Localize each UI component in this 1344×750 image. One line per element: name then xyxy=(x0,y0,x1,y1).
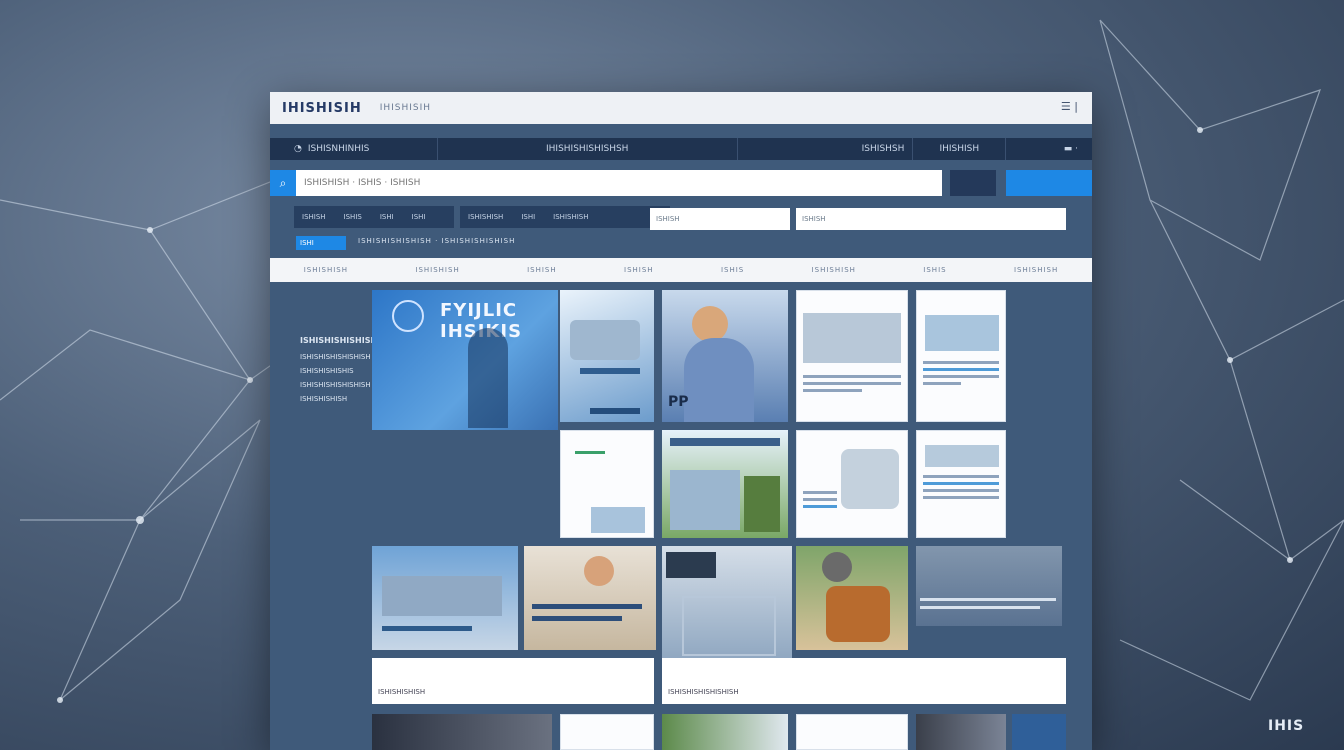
gallery-tile[interactable] xyxy=(524,546,656,650)
tab-6[interactable]: ISHISHISH xyxy=(812,266,856,274)
gallery-tile[interactable] xyxy=(372,546,518,650)
account-button[interactable]: ▬ · xyxy=(1006,138,1092,160)
tab-3[interactable]: ISHISH xyxy=(527,266,557,274)
filter-group-left[interactable]: ISHISH ISHIS ISHI ISHI xyxy=(294,206,454,228)
nav-item-catalog[interactable]: IHISHISHISHISHSH xyxy=(438,138,738,160)
nav-item-login[interactable]: IHISHISH xyxy=(913,138,1007,160)
gallery-tile[interactable] xyxy=(916,714,1006,750)
gallery-tile[interactable] xyxy=(916,546,1062,626)
account-icon: ▬ · xyxy=(1063,144,1078,154)
gallery-tile[interactable] xyxy=(560,290,654,422)
gallery-tile[interactable] xyxy=(1012,714,1066,750)
gallery-tile[interactable] xyxy=(662,430,788,538)
filter-chip[interactable]: ISHISH xyxy=(302,213,326,221)
banner-figure xyxy=(468,328,508,428)
app-subtitle: IHISHISIH xyxy=(379,103,432,113)
nav-item-label: ISHISHSH xyxy=(861,144,905,154)
app-window: IHISHISIH IHISHISIH ☰ | ◔ ISHISNHINHIS I… xyxy=(270,92,1092,750)
caption-text: ISHISHISHISH xyxy=(378,688,426,696)
filter-field-2[interactable]: ISHISH xyxy=(796,208,1066,230)
top-navigation: ◔ ISHISNHINHIS IHISHISHISHISHSH ISHISHSH… xyxy=(270,138,1092,160)
tab-8[interactable]: ISHISHISH xyxy=(1014,266,1058,274)
gallery-tile[interactable] xyxy=(916,290,1006,422)
filter-chip[interactable]: ISHI xyxy=(380,213,394,221)
nav-item-label: IHISHISH xyxy=(939,144,980,154)
filter-chip[interactable]: ISHISHISH xyxy=(468,213,503,221)
tab-1[interactable]: ISHISHISH xyxy=(304,266,348,274)
gallery-tile[interactable] xyxy=(796,546,908,650)
filter-field-1[interactable]: ISHISH xyxy=(650,208,790,230)
tab-7[interactable]: ISHIS xyxy=(923,266,946,274)
nav-item-label: ISHISNHINHIS xyxy=(307,144,370,154)
gallery-tile[interactable] xyxy=(662,546,792,662)
filter-chip[interactable]: ISHIS xyxy=(344,213,362,221)
category-tag[interactable]: ISHI xyxy=(296,236,346,250)
app-title: IHISHISIH xyxy=(282,100,362,116)
gallery-tile[interactable] xyxy=(796,290,908,422)
result-meta: ISHISHISHISHISH · ISHISHISHISHISH xyxy=(358,237,516,245)
caption-text: ISHISHISHISHISHISH xyxy=(668,688,739,696)
filter-chip[interactable]: ISHI xyxy=(521,213,535,221)
tab-5[interactable]: ISHIS xyxy=(721,266,744,274)
nav-brand[interactable]: ◔ ISHISNHINHIS xyxy=(270,138,438,160)
gallery-tile[interactable] xyxy=(796,714,908,750)
menu-icon[interactable]: ☰ | xyxy=(1061,100,1078,113)
gallery-tile[interactable] xyxy=(560,714,654,750)
search-button[interactable] xyxy=(1006,170,1092,196)
nav-item-help[interactable]: ISHISHSH xyxy=(738,138,914,160)
featured-banner[interactable]: FYIJLIC IHSIKIS xyxy=(372,290,558,430)
nav-item-label: IHISHISHISHISHSH xyxy=(546,144,629,154)
gallery-tile[interactable] xyxy=(560,430,654,538)
filter-row: ISHISH ISHIS ISHI ISHI ISHISHISH ISHI IS… xyxy=(294,206,676,230)
corner-watermark: IHIS xyxy=(1268,718,1305,734)
gallery-tile[interactable]: PP xyxy=(662,290,788,422)
tab-4[interactable]: ISHISH xyxy=(624,266,654,274)
gallery-tile[interactable] xyxy=(916,430,1006,538)
search-row: ⌕ xyxy=(270,170,1092,196)
logo-icon: ◔ xyxy=(294,144,302,154)
filter-group-right[interactable]: ISHISHISH ISHI ISHISHISH xyxy=(460,206,670,228)
title-bar: IHISHISIH IHISHISIH ☰ | xyxy=(270,92,1092,124)
caption-card[interactable]: ISHISHISHISH xyxy=(372,658,654,704)
filter-button[interactable] xyxy=(950,170,996,196)
filter-chip[interactable]: ISHI xyxy=(412,213,426,221)
category-tabs: ISHISHISH ISHISHISH ISHISH ISHISH ISHIS … xyxy=(270,258,1092,282)
gallery-tile[interactable] xyxy=(796,430,908,538)
search-input[interactable] xyxy=(296,170,942,196)
banner-logo-icon xyxy=(392,300,424,332)
tab-2[interactable]: ISHISHISH xyxy=(415,266,459,274)
search-icon[interactable]: ⌕ xyxy=(270,170,296,196)
gallery-tile[interactable] xyxy=(372,714,552,750)
caption-card[interactable]: ISHISHISHISHISHISH xyxy=(662,658,1066,704)
filter-chip[interactable]: ISHISHISH xyxy=(553,213,588,221)
gallery-tile[interactable] xyxy=(662,714,788,750)
